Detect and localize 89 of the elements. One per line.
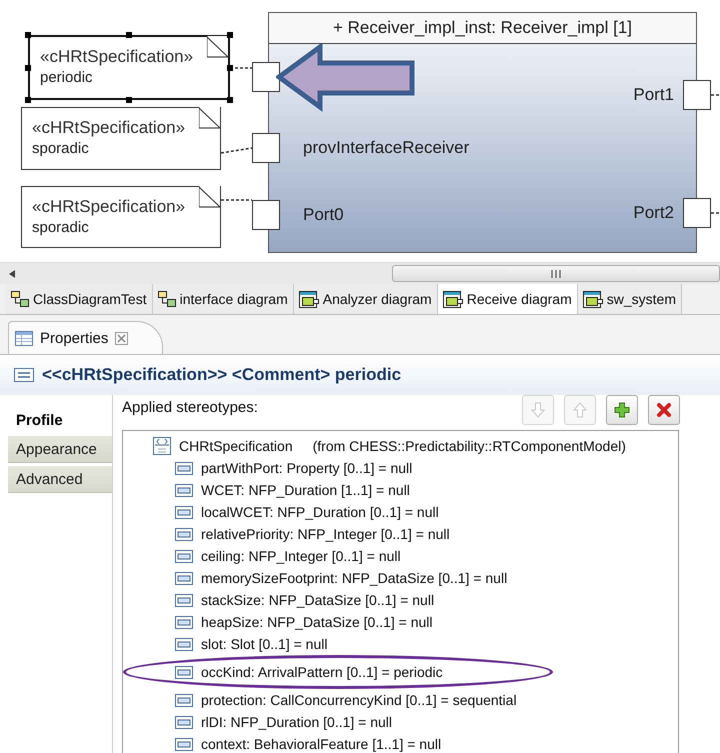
attribute-icon	[175, 616, 193, 628]
port[interactable]	[252, 200, 280, 230]
attribute-item[interactable]: partWithPort: Property [0..1] = null	[201, 460, 412, 476]
port[interactable]	[683, 198, 711, 228]
up-arrow-icon	[573, 402, 587, 418]
resize-handle[interactable]	[227, 64, 233, 70]
attribute-icon	[175, 572, 193, 584]
attribute-icon	[175, 594, 193, 606]
down-arrow-icon	[531, 402, 545, 418]
comment-note[interactable]: «cHRtSpecification» sporadic	[21, 107, 221, 170]
properties-tab[interactable]: Properties	[8, 321, 164, 354]
field-label: Applied stereotypes:	[122, 399, 258, 416]
editor-tab[interactable]: Receive diagram	[438, 284, 578, 314]
editor-tab[interactable]: ClassDiagramTest	[6, 284, 153, 314]
stereotype-label: «cHRtSpecification»	[32, 197, 186, 217]
section-tab[interactable]: Advanced	[8, 466, 112, 493]
port-label: provInterfaceReceiver	[303, 137, 470, 159]
attribute-item[interactable]: slot: Slot [0..1] = null	[201, 636, 328, 652]
attribute-icon	[175, 666, 193, 678]
resize-handle[interactable]	[25, 32, 31, 38]
part-title: + Receiver_impl_inst: Receiver_impl [1]	[269, 13, 696, 44]
editor-tab[interactable]: Analyzer diagram	[294, 284, 438, 314]
attribute-item[interactable]: relativePriority: NFP_Integer [0..1] = null	[201, 526, 450, 542]
stereotype-label: «cHRtSpecification»	[32, 118, 186, 138]
comment-icon	[14, 368, 34, 382]
composite-diagram-icon	[298, 290, 319, 308]
attribute-item[interactable]: WCET: NFP_Duration [1..1] = null	[201, 482, 410, 498]
port-label: Port1	[633, 84, 674, 106]
composite-diagram-icon	[442, 290, 463, 308]
section-tab[interactable]: Appearance	[8, 436, 112, 463]
note-text: sporadic	[32, 140, 90, 157]
folded-corner-icon	[199, 186, 221, 208]
comment-note[interactable]: «cHRtSpecification» periodic	[28, 35, 230, 100]
stereotype-icon	[153, 437, 171, 455]
attribute-icon	[175, 506, 193, 518]
attribute-icon	[175, 738, 193, 750]
resize-handle[interactable]	[227, 32, 233, 38]
note-text: periodic	[40, 69, 94, 86]
attribute-item[interactable]: occKind: ArrivalPattern [0..1] = periodic	[201, 664, 443, 680]
attribute-icon	[175, 716, 193, 728]
resize-handle[interactable]	[126, 97, 132, 103]
port-label: Port0	[303, 204, 344, 226]
delete-icon	[656, 402, 672, 418]
attribute-item[interactable]: stackSize: NFP_DataSize [0..1] = null	[201, 592, 434, 608]
connector-line	[711, 94, 720, 96]
connector-line	[221, 199, 252, 201]
scrollbar-thumb[interactable]	[392, 265, 720, 282]
stereotype-label: «cHRtSpecification»	[40, 47, 194, 67]
attribute-icon	[175, 694, 193, 706]
note-text: sporadic	[32, 219, 90, 236]
connector-line	[711, 212, 720, 214]
folded-corner-icon	[199, 107, 221, 129]
port[interactable]	[252, 133, 280, 163]
resize-handle[interactable]	[25, 64, 31, 70]
class-diagram-icon	[11, 291, 29, 307]
attribute-icon	[175, 550, 193, 562]
left-arrow-icon	[9, 270, 15, 278]
class-diagram-icon	[158, 291, 176, 307]
close-icon[interactable]	[115, 332, 128, 344]
connector-line	[220, 147, 252, 154]
attribute-item[interactable]: context: BehavioralFeature [1..1] = null	[201, 736, 442, 752]
remove-button[interactable]	[648, 395, 680, 425]
attribute-icon	[175, 528, 193, 540]
attribute-item[interactable]: memorySizeFootprint: NFP_DataSize [0..1] = null	[201, 570, 508, 586]
selection-title: <<cHRtSpecification>> <Comment> periodic	[42, 365, 402, 385]
attribute-item[interactable]: protection: CallConcurrencyKind [0..1] = sequential	[201, 692, 517, 708]
attribute-item[interactable]: heapSize: NFP_DataSize [0..1] = null	[201, 614, 433, 630]
table-icon	[15, 330, 33, 346]
folded-corner-icon	[207, 36, 229, 58]
resize-handle[interactable]	[227, 97, 233, 103]
attribute-item[interactable]: rlDI: NFP_Duration [0..1] = null	[201, 714, 392, 730]
stereotype-name[interactable]: CHRtSpecification	[179, 438, 293, 454]
attribute-icon	[175, 484, 193, 496]
attribute-icon	[175, 462, 193, 474]
port[interactable]	[683, 80, 711, 110]
resize-handle[interactable]	[25, 97, 31, 103]
port-label: Port2	[633, 202, 674, 224]
attribute-item[interactable]: localWCET: NFP_Duration [0..1] = null	[201, 504, 439, 520]
editor-tab[interactable]: sw_system	[578, 284, 682, 314]
stereotype-source: (from CHESS::Predictability::RTComponentModel)	[312, 438, 626, 454]
add-button[interactable]	[606, 395, 638, 425]
attribute-item[interactable]: ceiling: NFP_Integer [0..1] = null	[201, 548, 401, 564]
resize-handle[interactable]	[126, 32, 132, 38]
composite-diagram-icon	[582, 290, 603, 308]
editor-tab[interactable]: interface diagram	[152, 284, 294, 314]
plus-icon	[614, 402, 630, 418]
port[interactable]	[252, 62, 280, 92]
comment-note[interactable]: «cHRtSpecification» sporadic	[21, 186, 221, 248]
attribute-icon	[175, 638, 193, 650]
